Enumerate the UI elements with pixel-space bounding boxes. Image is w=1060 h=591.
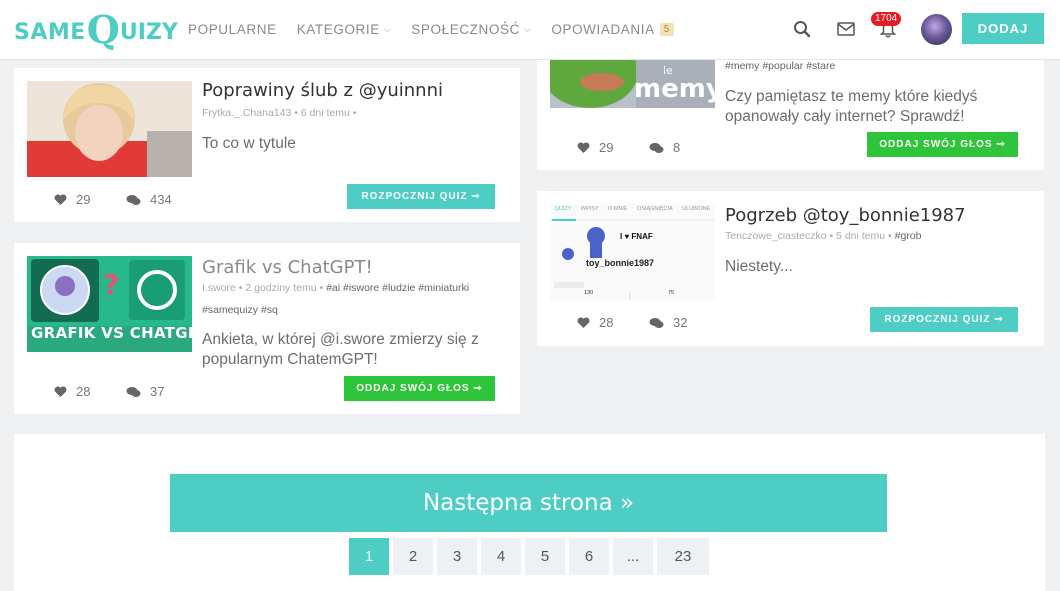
quiz-tags: #samequizy #sq — [202, 304, 278, 316]
vote-button[interactable]: ODDAJ SWÓJ GŁOS ➞ — [867, 132, 1018, 157]
logo-same: SAME — [14, 20, 86, 45]
page-link[interactable]: 2 — [393, 538, 433, 575]
quiz-description: Ankieta, w której @i.swore zmierzy się z… — [202, 331, 479, 368]
start-quiz-button[interactable]: ROZPOCZNIJ QUIZ ➞ — [870, 307, 1018, 332]
next-page-button[interactable]: Następna strona » — [170, 474, 887, 532]
heart-icon — [577, 316, 590, 328]
main-nav: POPULARNE KATEGORIE ⌵ SPOŁECZNOŚĆ ⌵ OPOWIA… — [188, 0, 694, 58]
comments-count[interactable]: 37 — [126, 384, 164, 399]
quiz-card: ? GRAFIK VS CHATGPT Grafik vs ChatGPT! I… — [14, 243, 520, 414]
quiz-tags: #memy #popular #stare — [725, 60, 836, 72]
comments-count[interactable]: 8 — [649, 140, 680, 155]
likes-count[interactable]: 28 — [577, 315, 613, 330]
top-header: SAME Q UIZY POPULARNE KATEGORIE ⌵ SPOŁECZ… — [0, 0, 1060, 60]
heart-icon — [577, 141, 590, 153]
add-button[interactable]: DODAJ — [962, 13, 1044, 44]
quiz-thumbnail[interactable]: QUIZY WPISY O MNIE OSIĄGNIĘCIA ULUBIONE … — [550, 204, 715, 300]
count-badge: 5 — [659, 22, 674, 36]
quiz-card: QUIZY WPISY O MNIE OSIĄGNIĘCIA ULUBIONE … — [537, 191, 1044, 346]
quiz-meta: Frytka._.Chana143 • 6 dni temu • — [202, 107, 357, 119]
quiz-description: To co w tytule — [202, 135, 296, 152]
quiz-thumbnail[interactable] — [27, 81, 192, 177]
heart-icon — [54, 193, 67, 205]
quiz-title[interactable]: Grafik vs ChatGPT! — [202, 257, 373, 278]
page-link[interactable]: 23 — [657, 538, 709, 575]
page-link[interactable]: 1 — [349, 538, 389, 575]
start-quiz-button[interactable]: ROZPOCZNIJ QUIZ ➞ — [347, 184, 495, 209]
comments-icon — [649, 317, 664, 328]
page-link[interactable]: 6 — [569, 538, 609, 575]
pagination: 1 2 3 4 5 6 ... 23 — [349, 538, 713, 575]
thumb-text: memy — [634, 74, 715, 104]
comments-count[interactable]: 434 — [126, 192, 172, 207]
thumb-stat: 130 — [584, 290, 594, 296]
nav-kategorie[interactable]: KATEGORIE ⌵ — [297, 22, 392, 37]
logo-uizy: UIZY — [119, 20, 178, 45]
likes-count[interactable]: 28 — [54, 384, 90, 399]
page-link[interactable]: 4 — [481, 538, 521, 575]
quiz-meta: Tenczowe_ciasteczko • 5 dni temu • #grob — [725, 230, 922, 242]
comments-icon — [126, 386, 141, 397]
comments-count[interactable]: 32 — [649, 315, 687, 330]
thumb-stat: 75 — [668, 290, 675, 296]
page-link[interactable]: 5 — [525, 538, 565, 575]
quiz-description: Czy pamiętasz te memy które kiedyś opano… — [725, 88, 978, 125]
quiz-meta: I.swore • 2 godziny temu • #ai #iswore #… — [202, 282, 470, 294]
quiz-card: Poprawiny ślub z @yuinnni Frytka._.Chana… — [14, 68, 520, 222]
quiz-title[interactable]: Poprawiny ślub z @yuinnni — [202, 80, 443, 101]
nav-opowiadania[interactable]: OPOWIADANIA 5 — [551, 22, 674, 37]
svg-text:?: ? — [103, 268, 119, 301]
likes-count[interactable]: 29 — [54, 192, 90, 207]
nav-spolecznosc[interactable]: SPOŁECZNOŚĆ ⌵ — [411, 22, 531, 37]
comments-icon — [126, 194, 141, 205]
page-ellipsis: ... — [613, 538, 653, 575]
logo[interactable]: SAME Q UIZY — [14, 6, 178, 50]
heart-icon — [54, 385, 67, 397]
quiz-thumbnail[interactable]: ? GRAFIK VS CHATGPT — [27, 256, 192, 352]
search-icon[interactable] — [791, 18, 813, 40]
vote-button[interactable]: ODDAJ SWÓJ GŁOS ➞ — [344, 376, 495, 401]
thumb-username: toy_bonnie1987 — [586, 258, 655, 268]
comments-icon — [649, 142, 664, 153]
thumb-tabs: QUIZY WPISY O MNIE OSIĄGNIĘCIA ULUBIONE — [554, 206, 711, 212]
page-link[interactable]: 3 — [437, 538, 477, 575]
quiz-title[interactable]: Pogrzeb @toy_bonnie1987 — [725, 205, 966, 226]
thumb-sign: I ♥ FNAF — [620, 232, 653, 241]
likes-count[interactable]: 29 — [577, 140, 613, 155]
mail-icon[interactable] — [835, 18, 857, 40]
avatar[interactable] — [921, 14, 952, 45]
chevron-down-icon: ⌵ — [383, 23, 392, 34]
nav-popularne[interactable]: POPULARNE — [188, 22, 277, 37]
chevron-down-icon: ⌵ — [523, 23, 532, 34]
thumb-text: GRAFIK VS CHATGPT — [31, 324, 192, 342]
quiz-description: Niestety... — [725, 258, 793, 275]
notification-badge[interactable]: 1704 — [871, 12, 902, 26]
logo-q: Q — [86, 7, 120, 52]
